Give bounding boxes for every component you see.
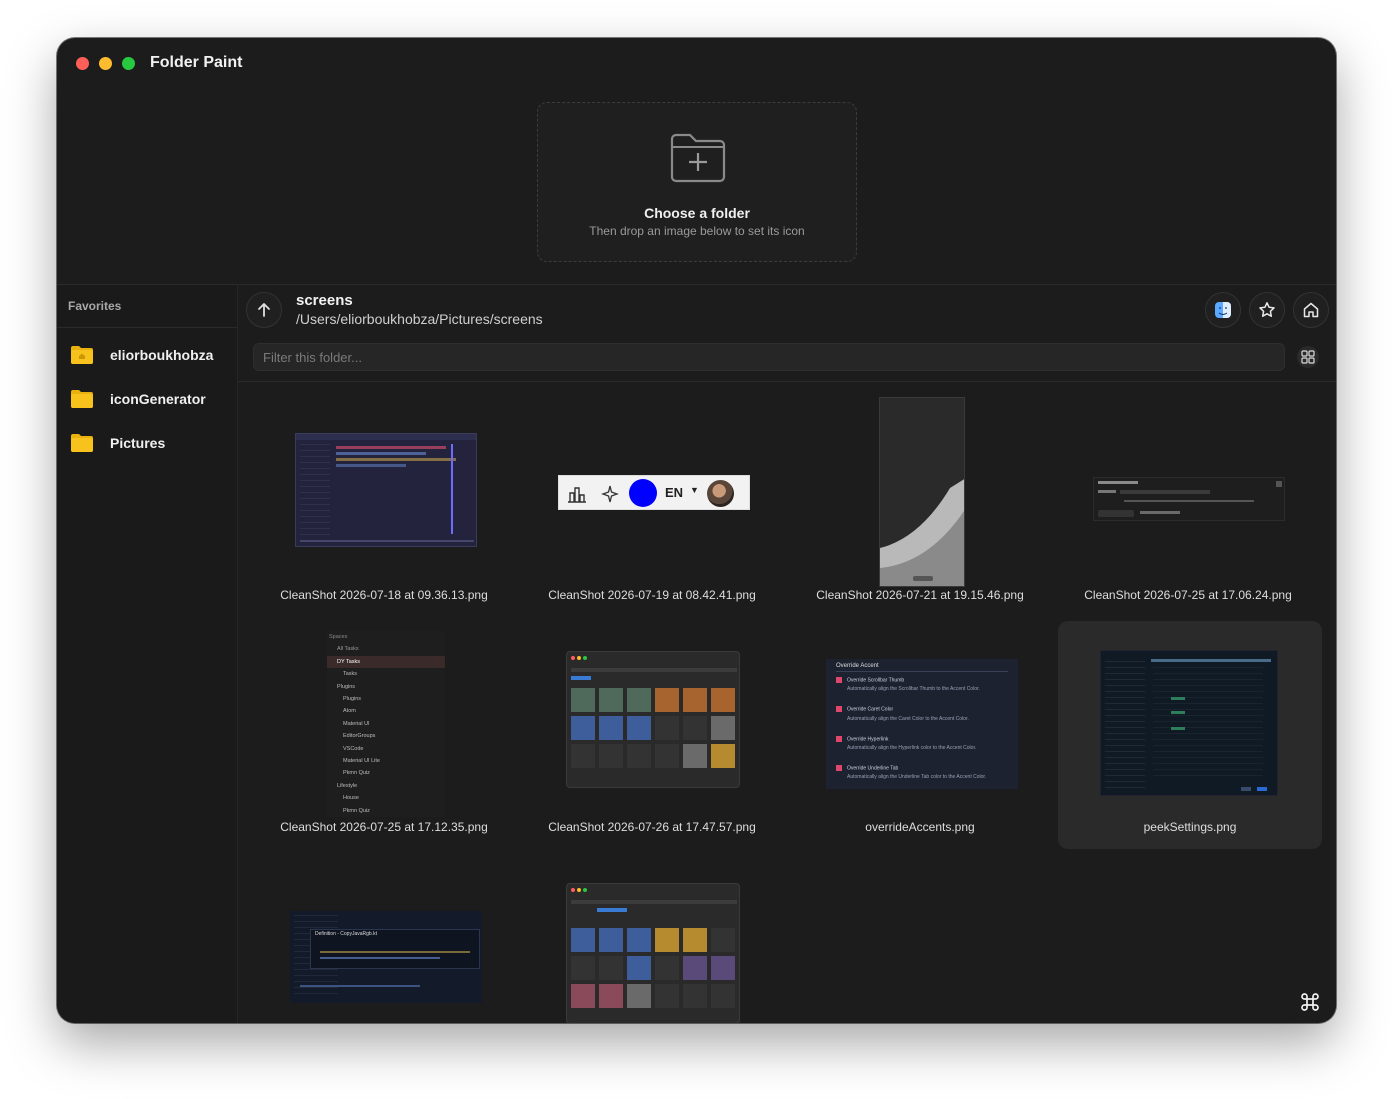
language-label: EN bbox=[665, 485, 684, 500]
star-icon bbox=[1259, 302, 1275, 317]
app-title: Folder Paint bbox=[150, 54, 243, 71]
file-tile[interactable] bbox=[520, 853, 784, 1023]
favorites-heading: Favorites bbox=[68, 299, 122, 313]
file-tile[interactable]: EN ▼ CleanShot 2026-07-19 at 08.42.41.pn… bbox=[520, 389, 784, 617]
file-thumbnail: Override Accent Override Scrollbar Thumb… bbox=[826, 659, 1018, 789]
avatar bbox=[707, 480, 734, 507]
file-tile[interactable]: CleanShot 2026-07-21 at 19.15.46.png bbox=[788, 389, 1052, 617]
divider bbox=[57, 327, 237, 328]
file-thumbnail: EN ▼ bbox=[558, 475, 750, 510]
parent-folder-button[interactable] bbox=[246, 292, 282, 328]
file-thumbnail bbox=[1100, 650, 1278, 796]
file-name: overrideAccents.png bbox=[865, 820, 975, 834]
folder-plus-icon bbox=[670, 133, 726, 183]
add-favorite-button[interactable] bbox=[1249, 292, 1285, 328]
divider bbox=[238, 381, 1336, 382]
chart-icon bbox=[568, 487, 586, 503]
arrow-up-icon bbox=[258, 303, 270, 317]
sidebar-item-icongenerator[interactable]: iconGenerator bbox=[69, 385, 229, 415]
command-icon bbox=[1301, 993, 1319, 1011]
file-name: CleanShot 2026-07-25 at 17.12.35.png bbox=[280, 820, 488, 834]
home-icon bbox=[1303, 302, 1319, 318]
file-tile[interactable]: Override Accent Override Scrollbar Thumb… bbox=[788, 621, 1052, 849]
folder-icon bbox=[71, 434, 93, 452]
app-menu-button[interactable] bbox=[1293, 985, 1327, 1019]
file-thumbnail bbox=[566, 651, 740, 788]
minimize-window-button[interactable] bbox=[99, 57, 112, 70]
home-button[interactable] bbox=[1293, 292, 1329, 328]
file-tile[interactable]: peekSettings.png bbox=[1058, 621, 1322, 849]
file-thumbnail: Definition - CopyJavaRgb.kt bbox=[290, 911, 482, 1003]
folder-icon bbox=[71, 390, 93, 408]
file-thumbnail: Spaces All Tasks DY Tasks Tasks Plugins … bbox=[327, 631, 445, 817]
finder-icon bbox=[1215, 302, 1231, 318]
current-folder-name: screens bbox=[296, 292, 353, 309]
chevron-down-icon: ▼ bbox=[690, 485, 699, 495]
file-tile[interactable]: CleanShot 2026-07-18 at 09.36.13.png bbox=[252, 389, 516, 617]
accent-color-swatch bbox=[629, 479, 657, 507]
file-name: CleanShot 2026-07-25 at 17.06.24.png bbox=[1084, 588, 1292, 602]
file-name: CleanShot 2026-07-26 at 17.47.57.png bbox=[548, 820, 756, 834]
file-name: CleanShot 2026-07-19 at 08.42.41.png bbox=[548, 588, 756, 602]
grid-icon bbox=[1301, 350, 1315, 364]
dropzone-title: Choose a folder bbox=[644, 205, 750, 221]
file-tile[interactable]: Spaces All Tasks DY Tasks Tasks Plugins … bbox=[252, 621, 516, 849]
file-name: CleanShot 2026-07-21 at 19.15.46.png bbox=[816, 588, 1024, 602]
file-tile[interactable]: CleanShot 2026-07-26 at 17.47.57.png bbox=[520, 621, 784, 849]
home-folder-icon bbox=[71, 346, 93, 364]
reveal-in-finder-button[interactable] bbox=[1205, 292, 1241, 328]
sparkle-icon bbox=[601, 485, 619, 503]
file-thumbnail bbox=[295, 433, 477, 547]
grid-view-toggle[interactable] bbox=[1297, 346, 1319, 368]
favorites-sidebar: Favorites eliorboukhobza iconGenerator P… bbox=[57, 284, 237, 1023]
current-folder-path: /Users/eliorboukhobza/Pictures/screens bbox=[296, 311, 543, 327]
sidebar-item-label: iconGenerator bbox=[110, 391, 206, 407]
close-window-button[interactable] bbox=[76, 57, 89, 70]
sidebar-item-label: eliorboukhobza bbox=[110, 347, 214, 363]
file-name: CleanShot 2026-07-18 at 09.36.13.png bbox=[280, 588, 488, 602]
file-thumbnail bbox=[1093, 477, 1285, 521]
file-thumbnail bbox=[879, 397, 965, 587]
choose-folder-dropzone[interactable]: Choose a folder Then drop an image below… bbox=[537, 102, 857, 262]
folder-browser: screens /Users/eliorboukhobza/Pictures/s… bbox=[237, 284, 1336, 1023]
zoom-window-button[interactable] bbox=[122, 57, 135, 70]
sidebar-item-label: Pictures bbox=[110, 435, 166, 451]
dropzone-subtitle: Then drop an image below to set its icon bbox=[589, 224, 805, 238]
filter-input[interactable] bbox=[253, 343, 1285, 371]
title-bar: Folder Paint bbox=[57, 38, 1336, 90]
file-tile[interactable]: Definition - CopyJavaRgb.kt bbox=[252, 853, 516, 1023]
app-window: Folder Paint Choose a folder Then drop a… bbox=[57, 38, 1336, 1023]
file-thumbnail bbox=[566, 883, 740, 1023]
sidebar-item-pictures[interactable]: Pictures bbox=[69, 429, 229, 459]
file-tile[interactable]: CleanShot 2026-07-25 at 17.06.24.png bbox=[1056, 389, 1320, 617]
sidebar-item-eliorboukhobza[interactable]: eliorboukhobza bbox=[69, 341, 229, 371]
file-name: peekSettings.png bbox=[1143, 820, 1237, 834]
